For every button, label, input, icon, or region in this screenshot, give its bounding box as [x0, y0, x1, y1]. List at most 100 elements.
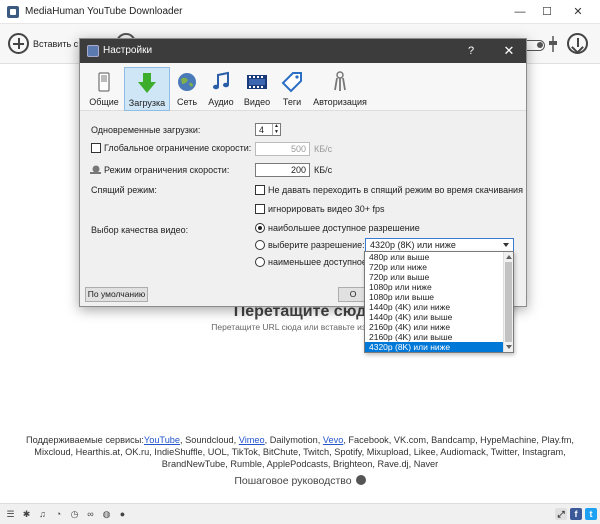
- vevo-link[interactable]: Vevo: [323, 435, 343, 445]
- scroll-up-icon[interactable]: [506, 255, 512, 259]
- speed-limit-mode-field[interactable]: 200: [255, 163, 310, 177]
- services-text-1: , Soundcloud,: [180, 435, 239, 445]
- download-all-icon[interactable]: [567, 33, 588, 54]
- dropdown-item[interactable]: 1080p или выше: [365, 292, 503, 302]
- settings-window-icon: [87, 45, 99, 57]
- menu-icon[interactable]: ☰: [6, 510, 15, 519]
- spinner-arrows-icon[interactable]: ▲ ▼: [272, 123, 280, 135]
- switch-icon: [98, 72, 110, 92]
- dropdown-item[interactable]: 720p или ниже: [365, 262, 503, 272]
- sleep-mode-label: Спящий режим:: [91, 185, 157, 195]
- tab-tags-label: Теги: [282, 97, 302, 107]
- ignore-30fps-checkbox[interactable]: [255, 204, 265, 214]
- supported-services: Поддерживаемые сервисы:YouTube, Soundclo…: [6, 434, 594, 470]
- speed-limit-mode-unit: КБ/с: [314, 165, 333, 175]
- keys-icon: [334, 71, 346, 91]
- tab-general-label: Общие: [89, 97, 119, 107]
- main-titlebar: MediaHuman YouTube Downloader — ☐ ✕: [0, 0, 600, 24]
- tab-authorization[interactable]: Авторизация: [312, 67, 368, 111]
- concurrent-downloads-value[interactable]: 4: [259, 125, 264, 135]
- vimeo-link[interactable]: Vimeo: [239, 435, 265, 445]
- minimize-button[interactable]: —: [505, 0, 535, 24]
- ball-icon[interactable]: ●: [118, 510, 127, 519]
- guide-label[interactable]: Пошаговое руководство: [234, 475, 351, 487]
- vertical-slider-icon[interactable]: [545, 34, 561, 54]
- globe-icon: [178, 73, 196, 91]
- download-arrow-icon: [138, 73, 156, 93]
- window-title: MediaHuman YouTube Downloader: [25, 6, 183, 17]
- gear-icon[interactable]: ✱: [22, 510, 31, 519]
- video-quality-label: Выбор качества видео:: [91, 225, 189, 235]
- add-url-icon[interactable]: [8, 33, 29, 54]
- chevron-down-icon[interactable]: [503, 243, 509, 247]
- arrow-circle-icon[interactable]: [355, 475, 366, 485]
- settings-tabs: Общие Загрузка Сеть Аудио Видео Теги Авт…: [80, 63, 526, 111]
- tab-authorization-label: Авторизация: [313, 97, 367, 107]
- tab-video-label: Видео: [243, 97, 271, 107]
- app-icon: [7, 6, 19, 18]
- tab-download-label: Загрузка: [128, 98, 166, 108]
- global-limit-field[interactable]: 500: [255, 142, 310, 156]
- scrollbar-thumb[interactable]: [505, 262, 512, 342]
- dropdown-item[interactable]: 1080p или ниже: [365, 282, 503, 292]
- tab-video[interactable]: Видео: [241, 67, 273, 111]
- dropdown-item[interactable]: 720p или выше: [365, 272, 503, 282]
- resolution-select[interactable]: 4320p (8K) или ниже: [365, 238, 514, 252]
- scroll-down-icon[interactable]: [506, 345, 512, 349]
- youtube-link[interactable]: YouTube: [144, 435, 180, 445]
- services-prefix: Поддерживаемые сервисы:: [26, 435, 144, 445]
- dropdown-item[interactable]: 1440p (4K) или ниже: [365, 302, 503, 312]
- tab-network[interactable]: Сеть: [172, 67, 202, 111]
- dialog-close-button[interactable]: ✕: [500, 42, 518, 60]
- quality-choose-label[interactable]: выберите разрешение:: [268, 240, 365, 250]
- tab-audio-label: Аудио: [208, 97, 234, 107]
- prevent-sleep-checkbox[interactable]: [255, 185, 265, 195]
- maximize-button[interactable]: ☐: [532, 0, 562, 24]
- quality-best-radio[interactable]: [255, 223, 265, 233]
- timer-icon[interactable]: ◷: [70, 510, 79, 519]
- tab-general[interactable]: Общие: [86, 67, 122, 111]
- close-button[interactable]: ✕: [563, 0, 593, 24]
- tab-audio[interactable]: Аудио: [205, 67, 237, 111]
- facebook-icon[interactable]: f: [570, 508, 582, 520]
- dropdown-item[interactable]: 2160p (4K) или выше: [365, 332, 503, 342]
- dialog-titlebar: Настройки ? ✕: [80, 39, 526, 63]
- status-bar: ☰ ✱ ♫ ◔ ◷ ∞ ◍ ● ⤢ f t: [0, 503, 600, 524]
- concurrent-downloads-label: Одновременные загрузки:: [91, 125, 201, 135]
- quality-lowest-radio[interactable]: [255, 257, 265, 267]
- resolution-select-value[interactable]: 4320p (8K) или ниже: [370, 240, 456, 250]
- dropdown-item-selected[interactable]: 4320p (8K) или ниже: [365, 342, 503, 352]
- music-note-icon: [213, 71, 229, 90]
- concurrent-downloads-spinner[interactable]: 4 ▲ ▼: [255, 123, 281, 136]
- global-limit-unit: КБ/с: [314, 144, 333, 154]
- speed-limit-mode-label: Режим ограничения скорости:: [104, 165, 230, 175]
- quality-best-label[interactable]: наибольшее доступное разрешение: [268, 223, 420, 233]
- film-icon: [247, 75, 267, 89]
- snail-icon[interactable]: ◔: [54, 510, 63, 519]
- dropdown-item[interactable]: 1440p (4K) или выше: [365, 312, 503, 322]
- snail-icon: [90, 165, 101, 174]
- quality-lowest-label[interactable]: наименьшее доступное р: [268, 257, 374, 267]
- quality-choose-radio[interactable]: [255, 240, 265, 250]
- ignore-30fps-label[interactable]: игнорировать видео 30+ fps: [268, 204, 384, 214]
- binoculars-icon[interactable]: ∞: [86, 510, 95, 519]
- music-icon[interactable]: ♫: [38, 510, 47, 519]
- global-limit-checkbox[interactable]: [91, 143, 101, 153]
- dialog-title: Настройки: [103, 45, 153, 56]
- defaults-button[interactable]: По умолчанию: [85, 287, 148, 302]
- step-by-step-guide-link[interactable]: Пошаговое руководство: [0, 475, 600, 487]
- fullscreen-icon[interactable]: ⤢: [555, 508, 567, 520]
- help-button[interactable]: ?: [463, 43, 479, 59]
- globe-small-icon[interactable]: ◍: [102, 510, 111, 519]
- tag-icon: [281, 72, 302, 93]
- prevent-sleep-label[interactable]: Не давать переходить в спящий режим во в…: [268, 185, 523, 195]
- add-url-label[interactable]: Вставить с: [33, 39, 78, 49]
- tab-tags[interactable]: Теги: [278, 67, 306, 111]
- services-text-2: , Dailymotion,: [264, 435, 323, 445]
- tab-download[interactable]: Загрузка: [124, 67, 170, 111]
- dropdown-item[interactable]: 2160p (4K) или ниже: [365, 322, 503, 332]
- tab-network-label: Сеть: [176, 97, 198, 107]
- dropdown-scrollbar[interactable]: [503, 252, 513, 352]
- dropdown-item[interactable]: 480p или выше: [365, 252, 503, 262]
- twitter-icon[interactable]: t: [585, 508, 597, 520]
